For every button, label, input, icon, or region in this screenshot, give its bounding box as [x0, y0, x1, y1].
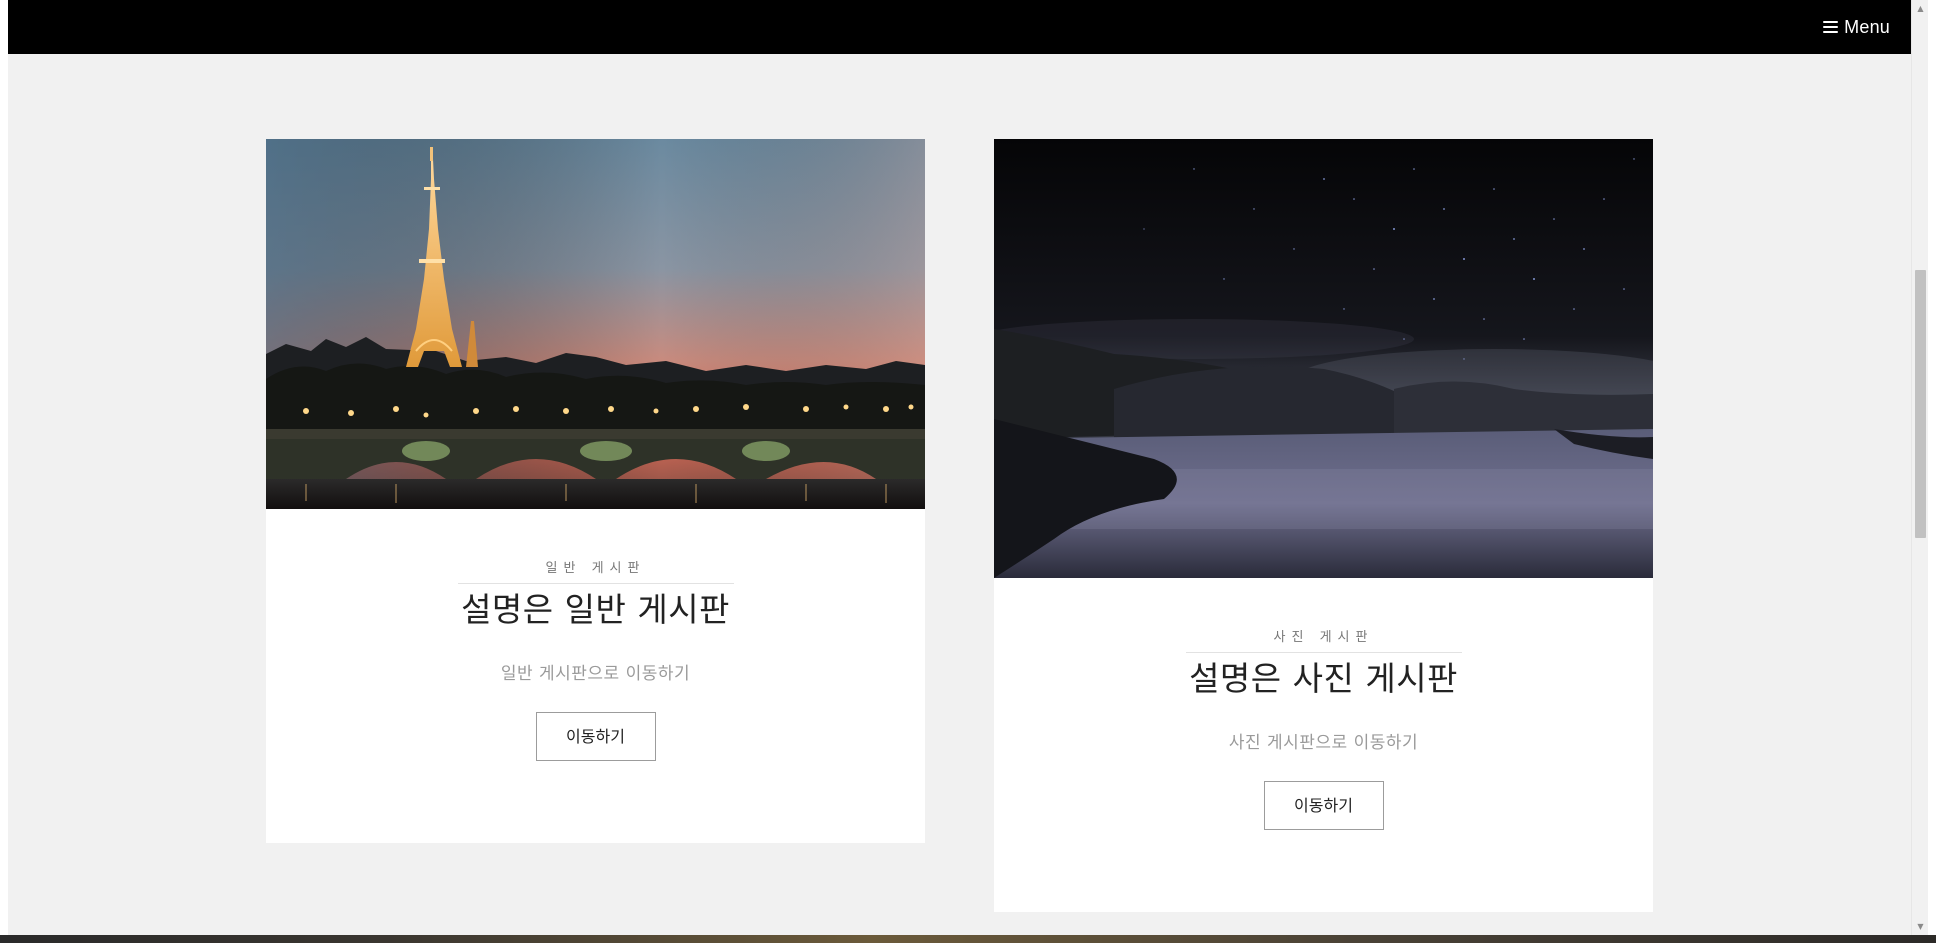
menu-label: Menu: [1844, 16, 1890, 37]
card-description: 일반 게시판으로 이동하기: [500, 664, 691, 684]
eiffel-tower-night-image: [266, 139, 925, 509]
window-left-edge: [0, 0, 8, 943]
go-photo-board-button[interactable]: 이동하기: [1263, 781, 1384, 830]
board-card-photo: 사진 게시판 설명은 사진 게시판 사진 게시판으로 이동하기 이동하기: [994, 139, 1653, 912]
card-title: 설명은 사진 게시판: [1189, 659, 1458, 698]
card-body: 일반 게시판 설명은 일반 게시판 일반 게시판으로 이동하기 이동하기: [266, 509, 925, 761]
board-card-general: 일반 게시판 설명은 일반 게시판 일반 게시판으로 이동하기 이동하기: [266, 139, 925, 843]
scroll-thumb[interactable]: [1915, 270, 1926, 538]
card-category: 일반 게시판: [545, 561, 646, 576]
menu-button[interactable]: Menu: [1823, 14, 1890, 40]
window-right-edge: [1928, 0, 1936, 943]
card-divider: [1185, 652, 1462, 653]
card-body: 사진 게시판 설명은 사진 게시판 사진 게시판으로 이동하기 이동하기: [994, 578, 1653, 830]
vertical-scrollbar[interactable]: ▲ ▼: [1911, 0, 1929, 935]
page-viewport: Menu 일반 게시판 설명은 일반 게시판 일반 게시판으로 이동하기 이동하…: [8, 0, 1911, 935]
top-navbar: Menu: [8, 0, 1911, 54]
scroll-down-arrow-icon[interactable]: ▼: [1912, 918, 1929, 935]
scroll-up-arrow-icon[interactable]: ▲: [1912, 0, 1929, 17]
os-taskbar: [0, 935, 1936, 943]
card-description: 사진 게시판으로 이동하기: [1228, 733, 1419, 753]
starry-lake-night-image: [994, 139, 1653, 578]
card-divider: [457, 583, 734, 584]
card-category: 사진 게시판: [1273, 630, 1374, 645]
go-general-board-button[interactable]: 이동하기: [535, 712, 656, 761]
hamburger-icon: [1823, 21, 1839, 33]
card-title: 설명은 일반 게시판: [461, 590, 730, 629]
